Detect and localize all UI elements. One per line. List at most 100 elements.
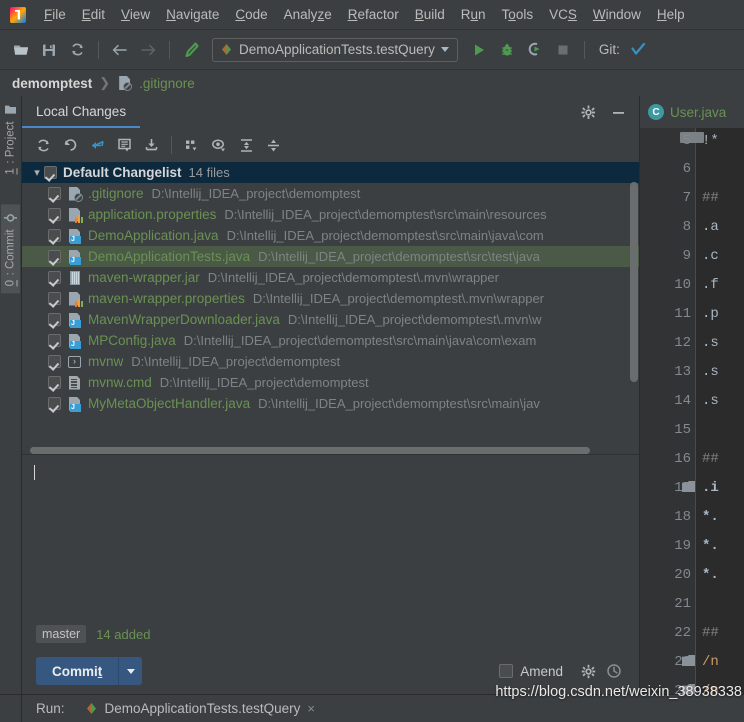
gear-icon[interactable] <box>575 658 601 684</box>
breadcrumb-project[interactable]: demomptest <box>12 76 92 91</box>
menu-item-window[interactable]: Window <box>585 4 649 25</box>
code-line: .p <box>702 305 719 322</box>
table-row[interactable]: J MyMetaObjectHandler.java D:\Intellij_I… <box>22 393 639 414</box>
file-checkbox[interactable] <box>48 208 61 221</box>
amend-checkbox[interactable] <box>499 664 514 678</box>
gutter-line: 16 <box>674 450 691 467</box>
editor-tab-label[interactable]: User.java <box>670 105 726 120</box>
run-play-icon[interactable] <box>466 37 492 63</box>
import-to-shelf-icon[interactable] <box>138 132 164 158</box>
run-tab-item[interactable]: DemoApplicationTests.testQuery × <box>85 701 315 716</box>
run-tool-window-label[interactable]: Run: <box>36 701 65 716</box>
collapse-all-icon[interactable] <box>260 132 286 158</box>
editor-body[interactable]: 5 6 7 8 9 10 11 12 13 14 15 16 17 18 19 … <box>640 128 744 694</box>
table-row[interactable]: maven-wrapper.jar D:\Intellij_IDEA_proje… <box>22 267 639 288</box>
table-row[interactable]: application.properties D:\Intellij_IDEA_… <box>22 204 639 225</box>
breadcrumb-file[interactable]: .gitignore <box>139 76 195 91</box>
close-icon[interactable]: × <box>307 701 315 716</box>
clock-history-icon[interactable] <box>601 658 627 684</box>
code-line: *. <box>702 537 719 554</box>
shelve-changes-icon[interactable] <box>84 132 110 158</box>
file-checkbox[interactable] <box>48 313 61 326</box>
editor-gutter[interactable]: 5 6 7 8 9 10 11 12 13 14 15 16 17 18 19 … <box>640 128 704 694</box>
group-by-icon[interactable] <box>179 132 205 158</box>
file-checkbox[interactable] <box>48 334 61 347</box>
file-name: maven-wrapper.properties <box>88 291 245 306</box>
changelist-row[interactable]: ▾ Default Changelist 14 files <box>22 162 639 183</box>
menu-item-view[interactable]: View <box>113 4 158 25</box>
rollback-icon[interactable] <box>57 132 83 158</box>
menu-item-run[interactable]: Run <box>453 4 494 25</box>
gitignore-file-icon <box>117 75 133 91</box>
file-checkbox[interactable] <box>48 187 61 200</box>
file-checkbox[interactable] <box>48 376 61 389</box>
file-checkbox[interactable] <box>48 271 61 284</box>
table-row[interactable]: maven-wrapper.properties D:\Intellij_IDE… <box>22 288 639 309</box>
panel-tab-bar: Local Changes <box>22 96 639 128</box>
menu-item-code[interactable]: Code <box>227 4 275 25</box>
commit-dropdown-button[interactable] <box>118 657 143 685</box>
refresh-icon[interactable] <box>64 37 90 63</box>
table-row[interactable]: J DemoApplicationTests.java D:\Intellij_… <box>22 246 639 267</box>
preview-diff-icon[interactable] <box>206 132 232 158</box>
current-branch-badge[interactable]: master <box>36 625 87 643</box>
table-row[interactable]: mvnw.cmd D:\Intellij_IDEA_project\demomp… <box>22 372 639 393</box>
chevron-down-icon[interactable]: ▾ <box>30 166 44 179</box>
menu-item-build[interactable]: Build <box>407 4 453 25</box>
sidebar-item-commit[interactable]: 0: Commit <box>1 203 20 293</box>
menu-item-help[interactable]: Help <box>649 4 693 25</box>
code-line: .s <box>702 334 719 351</box>
arrow-left-icon[interactable] <box>107 37 133 63</box>
changelist-checkbox[interactable] <box>44 166 57 179</box>
file-path: D:\Intellij_IDEA_project\demomptest <box>131 354 341 369</box>
edit-changelist-icon[interactable] <box>111 132 137 158</box>
table-row[interactable]: J DemoApplication.java D:\Intellij_IDEA_… <box>22 225 639 246</box>
table-row[interactable]: › mvnw D:\Intellij_IDEA_project\demompte… <box>22 351 639 372</box>
tree-horizontal-scrollbar[interactable] <box>22 446 629 454</box>
tree-vertical-scroll-thumb[interactable] <box>630 182 638 382</box>
run-with-coverage-icon[interactable] <box>522 37 548 63</box>
breadcrumb: demomptest ❯ .gitignore <box>0 70 744 96</box>
menu-item-refactor[interactable]: Refactor <box>340 4 407 25</box>
table-row[interactable]: J MPConfig.java D:\Intellij_IDEA_project… <box>22 330 639 351</box>
file-checkbox[interactable] <box>48 229 61 242</box>
minimize-icon[interactable] <box>605 99 631 125</box>
tab-local-changes[interactable]: Local Changes <box>22 96 141 128</box>
commit-message-input[interactable] <box>22 454 639 620</box>
git-update-project-icon[interactable] <box>626 37 652 63</box>
run-config-diamond-icon <box>222 44 231 55</box>
menu-item-analyze[interactable]: Analyze <box>276 4 340 25</box>
refresh-changes-icon[interactable] <box>30 132 56 158</box>
editor-code-area[interactable]: !* ## .a .c .f .p .s .s .s ## .i *. *. *… <box>696 128 744 694</box>
sidebar-item-project[interactable]: 1: Project <box>1 96 20 182</box>
file-checkbox[interactable] <box>48 355 61 368</box>
added-files-count: 14 added <box>96 626 151 642</box>
table-row[interactable]: .gitignore D:\Intellij_IDEA_project\demo… <box>22 183 639 204</box>
menu-item-edit[interactable]: Edit <box>74 4 113 25</box>
code-line: ## <box>702 189 719 206</box>
expand-all-icon[interactable] <box>233 132 259 158</box>
menu-item-vcs[interactable]: VCS <box>541 4 585 25</box>
amend-checkbox-group[interactable]: Amend <box>499 664 563 679</box>
debug-bug-icon[interactable] <box>494 37 520 63</box>
menu-item-navigate[interactable]: Navigate <box>158 4 227 25</box>
build-hammer-icon[interactable] <box>178 37 204 63</box>
file-path: D:\Intellij_IDEA_project\demomptest\src\… <box>258 396 540 411</box>
menu-item-file[interactable]: File <box>36 4 74 25</box>
file-checkbox[interactable] <box>48 250 61 263</box>
watermark-url: https://blog.csdn.net/weixin_38938338 <box>495 684 742 700</box>
tree-vertical-scrollbar[interactable] <box>629 162 639 446</box>
menu-item-tools[interactable]: Tools <box>494 4 542 25</box>
table-row[interactable]: J MavenWrapperDownloader.java D:\Intelli… <box>22 309 639 330</box>
file-checkbox[interactable] <box>48 397 61 410</box>
fold-marker-icon[interactable] <box>682 655 695 666</box>
open-folder-icon[interactable] <box>8 37 34 63</box>
gear-icon[interactable] <box>575 99 601 125</box>
tree-horizontal-scroll-thumb[interactable] <box>30 447 590 454</box>
file-checkbox[interactable] <box>48 292 61 305</box>
java-file-icon: J <box>67 333 83 349</box>
code-line: .a <box>702 218 719 235</box>
run-configuration-selector[interactable]: DemoApplicationTests.testQuery <box>212 37 458 62</box>
save-icon[interactable] <box>36 37 62 63</box>
commit-button[interactable]: Commi t <box>36 657 119 685</box>
